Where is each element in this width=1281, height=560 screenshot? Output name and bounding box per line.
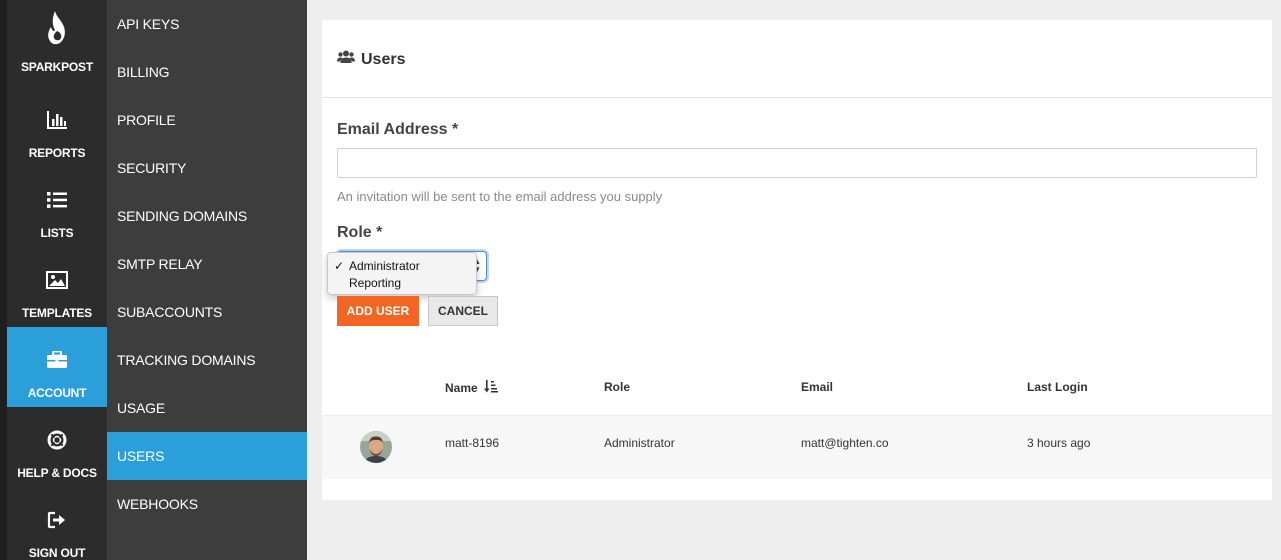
subnav-item-subaccounts[interactable]: SUBACCOUNTS	[107, 288, 307, 336]
users-panel: Users Email Address * An invitation will…	[322, 20, 1272, 500]
cell-name: matt-8196	[445, 436, 500, 450]
life-ring-icon	[7, 429, 107, 451]
table-row[interactable]: matt-8196 Administrator matt@tighten.co …	[322, 415, 1272, 479]
cancel-button[interactable]: CANCEL	[428, 296, 498, 326]
nav-sign-out-label: SIGN OUT	[28, 546, 86, 560]
users-icon	[337, 50, 355, 69]
checkmark-icon: ✓	[334, 259, 345, 273]
image-icon	[7, 269, 107, 291]
role-label: Role *	[337, 224, 383, 241]
nav-templates[interactable]: TEMPLATES	[7, 247, 107, 327]
subnav-item-smtp-relay[interactable]: SMTP RELAY	[107, 240, 307, 288]
subnav-item-profile[interactable]: PROFILE	[107, 96, 307, 144]
role-option-reporting[interactable]: Reporting	[328, 275, 476, 292]
add-user-button[interactable]: ADD USER	[337, 296, 419, 326]
subnav-item-security[interactable]: SECURITY	[107, 144, 307, 192]
cell-last-login: 3 hours ago	[1027, 436, 1091, 450]
bar-chart-icon	[7, 109, 107, 131]
brand-logo[interactable]: SPARKPOST	[7, 0, 107, 80]
nav-lists[interactable]: LISTS	[7, 167, 107, 247]
nav-sign-out[interactable]: SIGN OUT	[7, 487, 107, 560]
nav-reports-label: REPORTS	[28, 146, 86, 160]
panel-header: Users	[322, 20, 1272, 98]
sort-alpha-icon[interactable]	[483, 380, 498, 396]
nav-account-label: ACCOUNT	[27, 386, 87, 400]
role-option-label: Administrator	[349, 259, 420, 273]
column-header-name-label: Name	[445, 381, 478, 395]
nav-help-docs-label: HELP & DOCS	[17, 466, 97, 480]
email-label: Email Address *	[337, 121, 459, 138]
cell-role: Administrator	[604, 436, 675, 450]
nav-templates-label: TEMPLATES	[22, 306, 92, 320]
avatar	[360, 431, 392, 463]
cell-email: matt@tighten.co	[801, 436, 889, 450]
nav-help-docs[interactable]: HELP & DOCS	[7, 407, 107, 487]
rail-edge	[0, 0, 7, 560]
primary-sidebar: SPARKPOST REPORTS LISTS TEMPLATES ACCOUN…	[0, 0, 107, 560]
subnav-item-sending-domains[interactable]: SENDING DOMAINS	[107, 192, 307, 240]
page-title: Users	[337, 50, 405, 69]
sparkpost-flame-icon	[7, 8, 107, 48]
subnav-item-billing[interactable]: BILLING	[107, 48, 307, 96]
column-header-email[interactable]: Email	[801, 380, 833, 394]
role-dropdown: ✓ Administrator Reporting	[327, 252, 477, 295]
subnav-item-webhooks[interactable]: WEBHOOKS	[107, 480, 307, 528]
column-header-role[interactable]: Role	[604, 380, 630, 394]
subnav-item-api-keys[interactable]: API KEYS	[107, 0, 307, 48]
column-header-last-login[interactable]: Last Login	[1027, 380, 1088, 394]
brand-name: SPARKPOST	[21, 60, 93, 74]
subnav-item-users[interactable]: USERS	[107, 432, 307, 480]
nav-reports[interactable]: REPORTS	[7, 87, 107, 167]
email-hint: An invitation will be sent to the email …	[337, 189, 663, 204]
subnav-item-tracking-domains[interactable]: TRACKING DOMAINS	[107, 336, 307, 384]
column-header-name[interactable]: Name	[445, 380, 498, 396]
list-icon	[7, 189, 107, 211]
role-option-label: Reporting	[349, 276, 402, 290]
sign-out-icon	[7, 509, 107, 531]
page-title-text: Users	[361, 50, 406, 68]
role-option-administrator[interactable]: ✓ Administrator	[328, 258, 476, 275]
briefcase-icon	[7, 349, 107, 371]
nav-lists-label: LISTS	[40, 226, 74, 240]
account-subnav: API KEYS BILLING PROFILE SECURITY SENDIN…	[107, 0, 307, 560]
nav-account[interactable]: ACCOUNT	[7, 327, 107, 407]
email-field[interactable]	[337, 148, 1257, 178]
subnav-item-usage[interactable]: USAGE	[107, 384, 307, 432]
